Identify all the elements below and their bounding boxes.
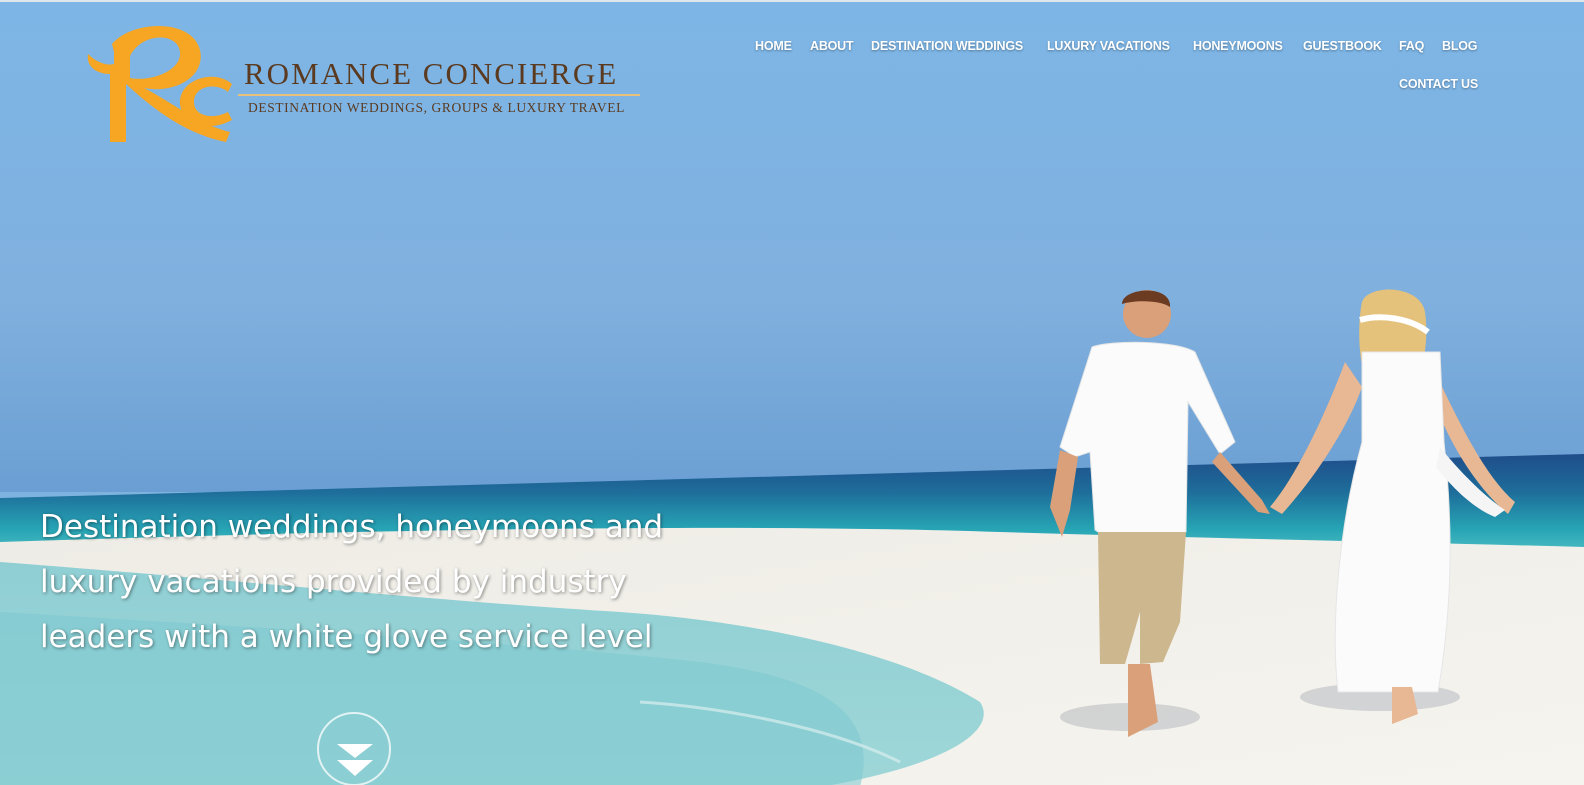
- rc-monogram-icon: [87, 25, 232, 143]
- hero-headline: Destination weddings, honeymoons and lux…: [40, 509, 664, 655]
- nav-item-honeymoons[interactable]: HONEYMOONS: [1193, 39, 1283, 53]
- scroll-down-button[interactable]: [317, 712, 391, 785]
- nav-item-faq[interactable]: FAQ: [1399, 39, 1424, 53]
- nav-item-about[interactable]: ABOUT: [810, 39, 854, 53]
- nav-item-destination-weddings[interactable]: DESTINATION WEDDINGS: [871, 39, 1023, 53]
- nav-item-home[interactable]: HOME: [755, 39, 792, 53]
- main-navigation: HOME ABOUT DESTINATION WEDDINGS LUXURY V…: [740, 32, 1500, 112]
- brand-divider: [238, 94, 640, 96]
- site-logo[interactable]: ROMANCE CONCIERGE DESTINATION WEDDINGS, …: [82, 22, 652, 147]
- brand-name: ROMANCE CONCIERGE: [244, 56, 619, 91]
- nav-item-contact-us[interactable]: CONTACT US: [1399, 77, 1478, 91]
- nav-item-guestbook[interactable]: GUESTBOOK: [1303, 39, 1382, 53]
- chevron-down-icon: [337, 744, 373, 776]
- nav-item-blog[interactable]: BLOG: [1442, 39, 1478, 53]
- nav-item-luxury-vacations[interactable]: LUXURY VACATIONS: [1047, 39, 1170, 53]
- hero-section: ROMANCE CONCIERGE DESTINATION WEDDINGS, …: [0, 0, 1584, 785]
- brand-tagline: DESTINATION WEDDINGS, GROUPS & LUXURY TR…: [248, 100, 625, 115]
